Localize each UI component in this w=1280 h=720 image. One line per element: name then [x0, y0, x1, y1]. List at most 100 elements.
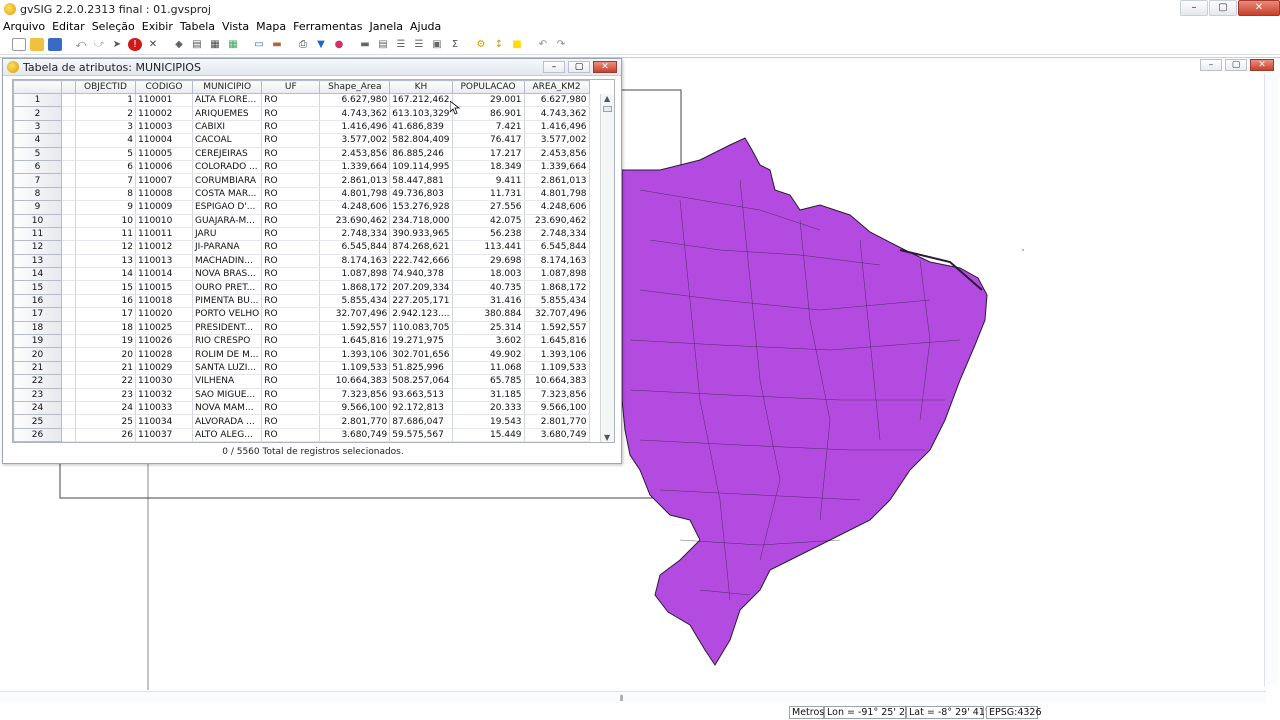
cell-shape-area[interactable]: 3.577,002	[319, 133, 391, 148]
cell-shape-area[interactable]: 2.801,770	[319, 414, 391, 429]
table-row[interactable]: 15 15 110015 OURO PRET... RO 1.868,172 207.209…	[13, 280, 590, 295]
table-row[interactable]: 22 22 110030 VILHENA RO 10.664,383 508.257,064…	[13, 374, 590, 389]
view-minimize-button[interactable]: –	[1200, 59, 1222, 71]
row-selector[interactable]	[61, 160, 76, 175]
cell-municipio[interactable]: SANTA LUZI...	[192, 361, 263, 376]
column-header-shape-area[interactable]: Shape_Area	[319, 80, 391, 94]
cell-populacao[interactable]: 65.785	[452, 374, 525, 389]
cell-shape-area[interactable]: 4.743,362	[319, 106, 391, 121]
table-row[interactable]: 7 7 110007 CORUMBIARA RO 2.861,013 58.447,881 9…	[13, 173, 590, 188]
cell-populacao[interactable]: 17.217	[452, 147, 525, 161]
cell-kh[interactable]: 234.718,000	[389, 214, 453, 228]
cell-kh[interactable]: 227.205,171	[389, 294, 453, 309]
cell-kh[interactable]: 110.083,705	[389, 321, 453, 336]
cell-municipio[interactable]: PRESIDENT...	[192, 321, 263, 336]
cell-populacao[interactable]: 380.884	[452, 307, 525, 322]
table-vertical-scrollbar[interactable]: ▲ ▼	[600, 94, 614, 442]
cell-shape-area[interactable]: 8.174,163	[319, 254, 391, 269]
cell-codigo[interactable]: 110008	[135, 187, 193, 202]
cell-codigo[interactable]: 110029	[135, 361, 193, 376]
cell-populacao[interactable]: 15.449	[452, 428, 525, 442]
table-row[interactable]: 3 3 110003 CABIXI RO 1.416,496 41.686,839 7.421…	[13, 119, 590, 135]
cell-shape-area[interactable]: 1.393,106	[319, 347, 391, 362]
cell-uf[interactable]: RO	[261, 93, 321, 108]
column-header-area-km2[interactable]: AREA_KM2	[523, 80, 590, 94]
cell-populacao[interactable]: 56.238	[452, 227, 525, 242]
row-number[interactable]: 8	[13, 186, 62, 202]
row-selector[interactable]	[61, 227, 76, 242]
row-number[interactable]: 13	[13, 253, 62, 269]
cell-shape-area[interactable]: 5.855,434	[319, 294, 391, 309]
row-number[interactable]: 17	[13, 307, 62, 322]
row-number[interactable]: 21	[13, 360, 62, 376]
cell-populacao[interactable]: 29.698	[452, 254, 525, 269]
cell-codigo[interactable]: 110028	[135, 347, 193, 362]
attribute-table-titlebar[interactable]: Tabela de atributos: MUNICIPIOS – ▢ ✕	[3, 59, 621, 76]
cell-area-km2[interactable]: 7.323,856	[524, 388, 590, 402]
cell-shape-area[interactable]: 4.801,798	[319, 187, 391, 202]
cell-objectid[interactable]: 16	[75, 294, 136, 309]
cell-shape-area[interactable]: 1.592,557	[319, 321, 391, 336]
cell-uf[interactable]: RO	[261, 106, 321, 121]
cell-uf[interactable]: RO	[261, 227, 321, 242]
selector-header[interactable]	[61, 80, 76, 94]
cell-objectid[interactable]: 20	[75, 347, 136, 362]
cell-codigo[interactable]: 110003	[135, 120, 193, 135]
column-header-populacao[interactable]: POPULACAO	[451, 80, 525, 94]
cell-municipio[interactable]: CACOAL	[192, 133, 263, 148]
cell-municipio[interactable]: NOVA BRAS...	[192, 267, 263, 282]
cell-kh[interactable]: 582.804,409	[389, 133, 453, 148]
cell-uf[interactable]: RO	[261, 240, 321, 255]
cell-shape-area[interactable]: 1.416,496	[319, 120, 391, 135]
cell-codigo[interactable]: 110032	[135, 388, 193, 402]
cell-objectid[interactable]: 1	[75, 93, 136, 108]
cell-area-km2[interactable]: 1.339,664	[524, 160, 590, 175]
row-number[interactable]: 19	[13, 334, 62, 349]
cell-municipio[interactable]: COLORADO ...	[192, 160, 263, 175]
cell-populacao[interactable]: 19.543	[452, 414, 525, 429]
cell-populacao[interactable]: 18.003	[452, 267, 525, 282]
table-row[interactable]: 21 21 110029 SANTA LUZI... RO 1.109,533 51.825…	[13, 360, 590, 376]
cell-objectid[interactable]: 10	[75, 214, 136, 228]
cell-uf[interactable]: RO	[261, 214, 321, 228]
cell-populacao[interactable]: 42.075	[452, 214, 525, 228]
cell-municipio[interactable]: CORUMBIARA	[192, 173, 263, 188]
cell-uf[interactable]: RO	[261, 133, 321, 148]
cell-uf[interactable]: RO	[261, 321, 321, 336]
cell-municipio[interactable]: SAO MIGUE...	[192, 388, 263, 402]
cell-codigo[interactable]: 110033	[135, 401, 193, 416]
cell-area-km2[interactable]: 6.627,980	[524, 93, 590, 108]
cell-area-km2[interactable]: 2.748,334	[524, 227, 590, 242]
cell-municipio[interactable]: OURO PRET...	[192, 280, 263, 295]
cell-area-km2[interactable]: 1.087,898	[524, 267, 590, 282]
cell-codigo[interactable]: 110014	[135, 267, 193, 282]
table-row[interactable]: 11 11 110011 JARU RO 2.748,334 390.933,965 56.2…	[13, 226, 590, 242]
cell-area-km2[interactable]: 2.453,856	[524, 147, 590, 161]
row-number[interactable]: 26	[13, 427, 62, 442]
cell-area-km2[interactable]: 23.690,462	[524, 214, 590, 228]
cell-objectid[interactable]: 14	[75, 267, 136, 282]
row-number[interactable]: 9	[13, 200, 62, 215]
cell-kh[interactable]: 41.686,839	[389, 120, 453, 135]
cell-populacao[interactable]: 20.333	[452, 401, 525, 416]
cell-municipio[interactable]: RIO CRESPO	[192, 334, 263, 349]
cell-codigo[interactable]: 110018	[135, 294, 193, 309]
cell-objectid[interactable]: 18	[75, 321, 136, 336]
cell-codigo[interactable]: 110001	[135, 93, 193, 108]
attr-minimize-button[interactable]: –	[543, 61, 565, 73]
row-selector[interactable]	[61, 307, 76, 322]
table-row[interactable]: 19 19 110026 RIO CRESPO RO 1.645,816 19.271,97…	[13, 334, 590, 349]
cell-objectid[interactable]: 24	[75, 401, 136, 416]
cell-populacao[interactable]: 11.068	[452, 361, 525, 376]
cell-shape-area[interactable]: 2.748,334	[319, 227, 391, 242]
cell-objectid[interactable]: 2	[75, 106, 136, 121]
view-maximize-button[interactable]: ▢	[1225, 59, 1247, 71]
cell-area-km2[interactable]: 4.743,362	[524, 106, 590, 121]
row-selector[interactable]	[61, 388, 76, 402]
table-row[interactable]: 1 1 110001 ALTA FLORE... RO 6.627,980 167.212,…	[13, 92, 590, 108]
cell-municipio[interactable]: PIMENTA BU...	[192, 294, 263, 309]
cell-municipio[interactable]: ALTO ALEG...	[192, 428, 263, 442]
table-row[interactable]: 23 23 110032 SAO MIGUE... RO 7.323,856 93.663,…	[13, 387, 590, 402]
cell-area-km2[interactable]: 3.577,002	[524, 133, 590, 148]
row-number[interactable]: 1	[13, 92, 62, 108]
